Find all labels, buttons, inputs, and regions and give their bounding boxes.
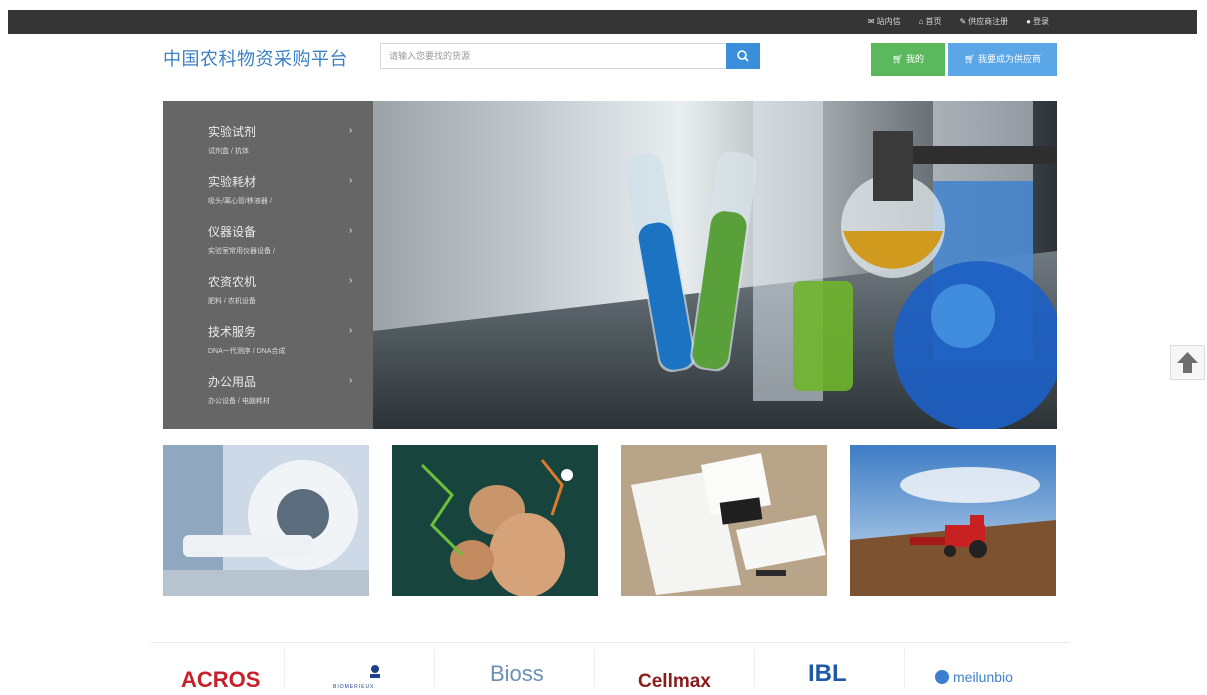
chevron-right-icon: › (349, 375, 353, 386)
category-menu: 实验试剂 › 试剂盒 / 抗体 实验耗材 › 吸头/离心管/移液器 / 仪器设备… (163, 101, 373, 429)
menu-item-reagents[interactable]: 实验试剂 › 试剂盒 / 抗体 (163, 123, 373, 173)
bioss-logo: Bioss (490, 661, 544, 686)
brand-name: Cellmax (638, 671, 711, 690)
chevron-right-icon: › (349, 125, 353, 136)
brand-acros[interactable]: ACROS (150, 643, 285, 692)
stationery-illustration (621, 445, 827, 596)
menu-item-sub: 肥料 / 农机设备 (208, 298, 256, 305)
top-link-label: 登录 (1033, 17, 1049, 26)
tractor-illustration (850, 445, 1056, 596)
mri-illustration (163, 445, 369, 596)
brand-name: IBL (808, 660, 847, 687)
mail-icon: ✉ (867, 17, 875, 26)
cellmax-logo: Cellmax (638, 671, 711, 692)
menu-item-sub: 吸头/离心管/移液器 / (208, 198, 272, 205)
search-button[interactable] (726, 43, 760, 69)
menu-item-sub: DNA一代测序 / DNA合成 (208, 348, 286, 355)
arrow-up-icon (1177, 352, 1198, 373)
brand-cellmax[interactable]: Cellmax (595, 643, 755, 692)
cart-icon: 🛒︎ (964, 54, 978, 64)
brand-name: meilunbio (953, 669, 1013, 685)
brand-meilunbio[interactable]: meilunbio (905, 643, 1070, 690)
molecules-illustration (392, 445, 598, 596)
menu-item-title: 实验试剂 (208, 125, 257, 139)
search-box (380, 43, 760, 69)
cart-icon: 🛒︎ (892, 54, 906, 64)
brand-bioss[interactable]: Bioss (435, 643, 595, 690)
brand-strip: ACROS BIOMERIEUX Bioss Cellmax IBL meilu… (150, 642, 1070, 692)
meilunbio-logo: meilunbio (935, 669, 1013, 685)
user-icon: ● (1026, 17, 1031, 26)
ibl-logo: IBL (808, 660, 847, 687)
glassware-illustration (373, 101, 1057, 429)
brand-name: Bioss (490, 661, 544, 686)
top-link-home[interactable]: ⌂ 首页 (919, 16, 942, 28)
tractor-field-image[interactable] (850, 445, 1056, 596)
biomerieux-logo: BIOMERIEUX (333, 665, 380, 690)
top-link-login[interactable]: ● 登录 (1026, 16, 1049, 28)
brand-biomerieux[interactable]: BIOMERIEUX (285, 643, 435, 690)
search-input[interactable] (381, 44, 727, 68)
molecules-image[interactable] (392, 445, 598, 596)
stationery-image[interactable] (621, 445, 827, 596)
menu-item-consumables[interactable]: 实验耗材 › 吸头/离心管/移液器 / (163, 173, 373, 223)
my-cart-label: 我的 (905, 54, 924, 64)
menu-item-sub: 试剂盒 / 抗体 (208, 148, 249, 155)
chevron-right-icon: › (349, 325, 353, 336)
edit-icon: ✎ (959, 17, 967, 26)
site-logo[interactable]: 中国农科物资采购平台 (163, 45, 348, 71)
top-link-label: 站内信 (876, 17, 901, 26)
menu-item-sub: 实验室常用仪器设备 / (208, 248, 275, 255)
menu-item-title: 技术服务 (208, 325, 257, 339)
menu-item-instruments[interactable]: 仪器设备 › 实验室常用仪器设备 / (163, 223, 373, 273)
menu-item-services[interactable]: 技术服务 › DNA一代测序 / DNA合成 (163, 323, 373, 373)
top-link-label: 供应商注册 (968, 17, 1009, 26)
menu-item-sub: 办公设备 / 电脑耗材 (208, 398, 270, 405)
acros-logo: ACROS (181, 667, 260, 692)
menu-item-agri[interactable]: 农资农机 › 肥料 / 农机设备 (163, 273, 373, 323)
chevron-right-icon: › (349, 175, 353, 186)
home-icon: ⌂ (918, 17, 924, 26)
search-icon (737, 50, 749, 62)
menu-item-title: 仪器设备 (208, 225, 257, 239)
top-link-label: 首页 (925, 17, 942, 26)
chevron-right-icon: › (349, 275, 353, 286)
mri-scanner-image[interactable] (163, 445, 369, 596)
menu-item-office[interactable]: 办公用品 › 办公设备 / 电脑耗材 (163, 373, 373, 423)
top-bar: ✉ 站内信 ⌂ 首页 ✎ 供应商注册 ● 登录 (8, 10, 1197, 34)
brand-name: ACROS (181, 667, 260, 690)
my-cart-button[interactable]: 🛒︎ 我的 (871, 43, 945, 76)
menu-item-title: 办公用品 (208, 375, 257, 389)
become-supplier-label: 我要成为供应商 (977, 54, 1041, 64)
top-links: ✉ 站内信 ⌂ 首页 ✎ 供应商注册 ● 登录 (868, 16, 1049, 28)
brand-name: BIOMERIEUX (333, 684, 374, 690)
brand-ibl[interactable]: IBL (755, 643, 905, 690)
back-to-top-button[interactable] (1170, 345, 1205, 380)
banner-image[interactable] (373, 101, 1057, 429)
top-link-messages[interactable]: ✉ 站内信 (868, 16, 901, 28)
menu-item-title: 农资农机 (208, 275, 257, 289)
menu-item-title: 实验耗材 (208, 175, 257, 189)
chevron-right-icon: › (349, 225, 353, 236)
top-link-register[interactable]: ✎ 供应商注册 (959, 16, 1008, 28)
become-supplier-button[interactable]: 🛒︎ 我要成为供应商 (948, 43, 1057, 76)
